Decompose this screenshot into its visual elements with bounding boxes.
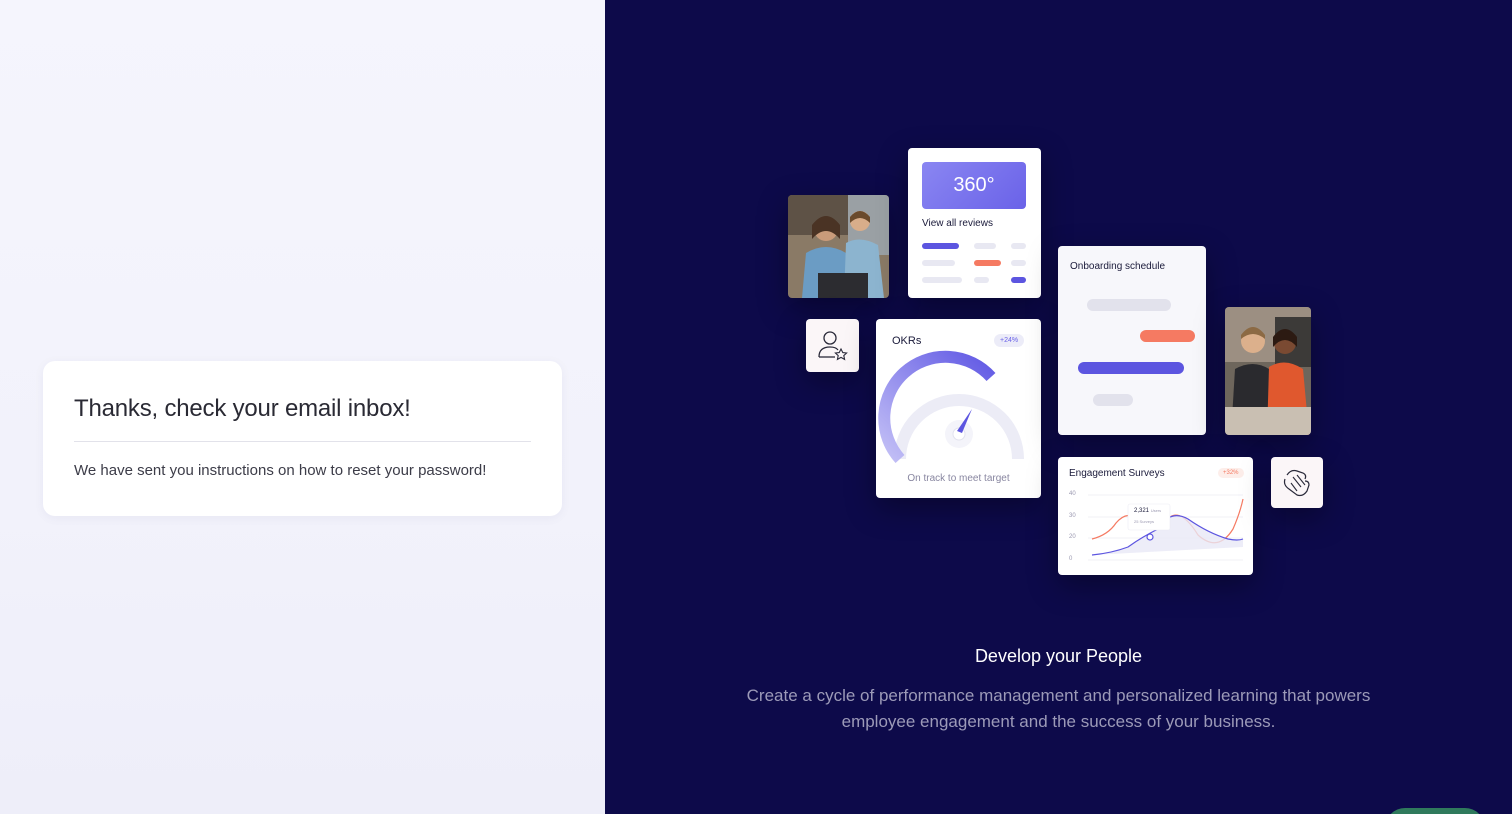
review-bar: [922, 260, 955, 266]
okrs-caption: On track to meet target: [907, 473, 1010, 484]
employee-star-tile: [806, 319, 859, 372]
review-bar: [922, 277, 962, 283]
schedule-bar: [1078, 362, 1184, 374]
onboarding-card: Onboarding schedule: [1058, 246, 1206, 435]
schedule-bar: [1140, 330, 1195, 342]
review-bar: [1011, 277, 1026, 283]
view-all-reviews-link: View all reviews: [922, 218, 993, 229]
tooltip-subtext: 25 Surveys: [1134, 519, 1155, 524]
review-bar: [974, 243, 996, 249]
reviews-card: 360° View all reviews: [908, 148, 1041, 298]
confirmation-title: Thanks, check your email inbox!: [74, 395, 411, 422]
hand-pointer-icon: [1283, 469, 1310, 497]
tooltip-number: 2,321: [1134, 508, 1150, 514]
engagement-line-chart: [1088, 494, 1244, 561]
okrs-card: OKRs +24% On track to meet target: [876, 319, 1041, 498]
person-star-icon: [818, 331, 848, 361]
okrs-gauge: [878, 350, 1024, 464]
review-bar: [1011, 243, 1026, 249]
tooltip-unit: Users: [1150, 508, 1162, 513]
review-bar: [974, 277, 989, 283]
review-bar: [922, 243, 959, 249]
review-bar: [974, 260, 1001, 266]
confirmation-message: We have sent you instructions on how to …: [74, 462, 487, 479]
promo-headline: Develop your People: [974, 646, 1143, 666]
colleagues-photo: [1225, 307, 1311, 435]
team-photo-image: [788, 195, 889, 298]
engagement-card: Engagement Surveys +32% 40 30 20 0 2,321…: [1058, 457, 1253, 575]
chat-launcher-button[interactable]: [1385, 808, 1485, 814]
promo-description: Create a cycle of performance management…: [746, 686, 1371, 731]
colleagues-photo-image: [1225, 307, 1311, 435]
divider: [74, 441, 531, 442]
team-photo: [788, 195, 889, 298]
confirmation-card: Thanks, check your email inbox! We have …: [43, 361, 562, 516]
handshake-tile: [1271, 457, 1323, 508]
onboarding-title: Onboarding schedule: [1070, 261, 1166, 272]
schedule-bar: [1087, 299, 1171, 311]
schedule-bar: [1093, 394, 1133, 406]
tooltip-value: 2,321 Users: [1134, 508, 1161, 514]
reviews-360-badge: 360°: [922, 162, 1026, 209]
review-bar: [1011, 260, 1026, 266]
promo-panel: 360° View all reviews OKRs +24% On track…: [605, 0, 1512, 814]
left-panel: Thanks, check your email inbox! We have …: [0, 0, 605, 814]
